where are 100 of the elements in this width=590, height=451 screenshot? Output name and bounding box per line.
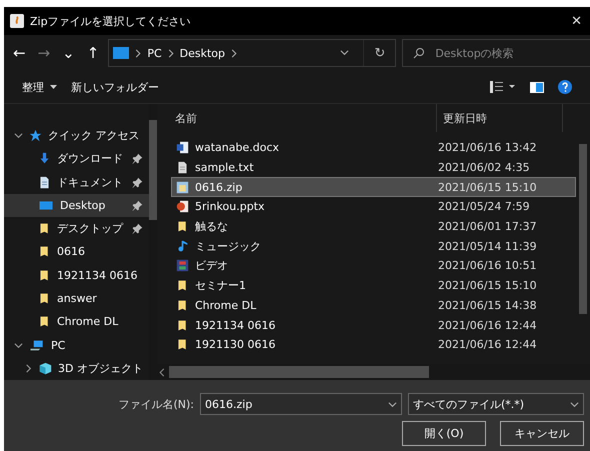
- file-name: 1921134 0616: [195, 318, 276, 332]
- chevron-icon: [135, 48, 142, 58]
- expand-icon[interactable]: [14, 131, 23, 140]
- modified-date: 2021/06/15 15:10: [438, 180, 537, 194]
- modified-date: 2021/06/15 14:38: [438, 298, 537, 312]
- search-input[interactable]: Desktopの検索: [433, 46, 584, 60]
- folder-icon: [176, 338, 189, 352]
- word-document-icon: [176, 141, 189, 154]
- file-row[interactable]: 1921134 0616 2021/06/16 12:44: [171, 315, 576, 335]
- file-row[interactable]: セミナー1 2021/06/15 15:10: [171, 276, 576, 296]
- text-file-icon: [176, 161, 189, 174]
- desktop-icon: [38, 198, 54, 212]
- expand-icon[interactable]: [24, 364, 33, 373]
- film-icon: [176, 259, 189, 272]
- address-bar[interactable]: PC Desktop ↻: [108, 39, 396, 67]
- sidebar-item[interactable]: Desktop: [4, 194, 149, 218]
- organize-button[interactable]: 整理: [22, 80, 57, 94]
- folder-icon: [38, 245, 51, 258]
- sidebar-item[interactable]: answer: [4, 286, 149, 310]
- music-note-icon: [176, 240, 189, 253]
- file-name: 0616.zip: [195, 180, 242, 194]
- file-row[interactable]: watanabe.docx 2021/06/16 13:42: [171, 138, 576, 158]
- chevron-icon: [231, 48, 238, 58]
- pin-icon: [132, 153, 143, 164]
- folder-icon: [38, 315, 51, 328]
- preview-pane-icon[interactable]: [530, 82, 544, 92]
- modified-date: 2021/06/16 13:42: [438, 141, 537, 154]
- pin-icon: [132, 200, 143, 211]
- column-header[interactable]: 更新日時: [437, 104, 563, 132]
- dropdown-icon[interactable]: [570, 400, 579, 408]
- file-name: 5rinkou.pptx: [195, 200, 265, 214]
- sidebar-item[interactable]: クイック アクセス: [4, 124, 149, 148]
- file-row[interactable]: 1921130 0616 2021/06/16 12:44: [171, 334, 576, 355]
- modified-date: 2021/06/02 4:35: [438, 161, 530, 174]
- file-name: sample.txt: [195, 161, 254, 174]
- forward-button[interactable]: →: [34, 44, 54, 62]
- close-button[interactable]: ✕: [569, 14, 584, 28]
- sidebar-item[interactable]: ドキュメント: [4, 170, 149, 194]
- file-name: 1921130 0616: [195, 338, 276, 352]
- modified-date: 2021/05/14 11:39: [438, 240, 537, 253]
- sidebar-item[interactable]: 1921134 0616: [4, 264, 149, 287]
- modified-date: 2021/05/24 7:59: [438, 200, 530, 214]
- file-name: ビデオ: [195, 258, 228, 274]
- folder-icon: [176, 298, 189, 312]
- refresh-button[interactable]: ↻: [363, 40, 396, 66]
- app-icon: [10, 14, 24, 28]
- up-button[interactable]: ↑: [84, 44, 102, 62]
- window-title: Zipファイルを選択してください: [30, 14, 192, 28]
- star-icon: [29, 129, 42, 142]
- file-name: セミナー1: [195, 278, 246, 294]
- scroll-left-icon[interactable]: [159, 368, 165, 376]
- file-row[interactable]: Chrome DL 2021/06/15 14:38: [171, 296, 576, 316]
- modified-date: 2021/06/16 10:51: [438, 259, 537, 272]
- folder-icon: [38, 292, 51, 305]
- expand-icon[interactable]: [14, 340, 23, 350]
- back-button[interactable]: ←: [10, 44, 29, 62]
- view-options-icon[interactable]: [490, 80, 516, 94]
- file-row[interactable]: ビデオ 2021/06/16 10:51: [171, 256, 576, 276]
- modified-date: 2021/06/16 12:44: [438, 318, 537, 332]
- breadcrumb[interactable]: Desktop: [180, 46, 226, 60]
- caret-icon: [50, 84, 57, 90]
- dropdown-icon[interactable]: [340, 48, 350, 56]
- breadcrumb[interactable]: PC: [147, 46, 162, 60]
- recent-locations-button[interactable]: ⌄: [59, 44, 78, 62]
- file-row[interactable]: sample.txt 2021/06/02 4:35: [171, 158, 576, 178]
- chevron-icon: [168, 48, 174, 58]
- document-icon: [38, 176, 51, 189]
- computer-icon: [29, 338, 45, 352]
- presentation-icon: [176, 200, 189, 214]
- sidebar-item[interactable]: PC: [4, 333, 149, 357]
- scrollbar[interactable]: [579, 144, 587, 314]
- pin-icon: [132, 176, 143, 188]
- sidebar-item[interactable]: 3D オブジェクト: [4, 356, 149, 380]
- sidebar-item[interactable]: 0616: [4, 240, 149, 264]
- column-header[interactable]: 名前: [155, 104, 437, 132]
- sidebar-item[interactable]: Chrome DL: [4, 310, 149, 334]
- modified-date: 2021/06/15 15:10: [438, 279, 537, 292]
- search-field[interactable]: Desktopの検索: [402, 39, 590, 67]
- modified-date: 2021/06/01 17:37: [438, 220, 537, 234]
- file-type-dropdown[interactable]: すべてのファイル(*.*): [408, 393, 584, 415]
- dropdown-icon[interactable]: [388, 400, 397, 408]
- folder-icon: [176, 318, 189, 332]
- cancel-button[interactable]: キャンセル: [500, 421, 584, 446]
- file-name-field[interactable]: 0616.zip: [200, 393, 402, 415]
- file-row[interactable]: 触るな 2021/06/01 17:37: [171, 216, 576, 236]
- new-folder-button[interactable]: 新しいフォルダー: [71, 80, 159, 94]
- file-name: ミュージック: [195, 238, 261, 254]
- file-row[interactable]: 0616.zip 2021/06/15 15:10: [171, 177, 576, 198]
- help-icon[interactable]: [558, 80, 572, 94]
- open-button[interactable]: 開く(O): [402, 421, 486, 446]
- download-icon: [38, 152, 51, 166]
- folder-icon: [176, 279, 189, 292]
- file-row[interactable]: ミュージック 2021/05/14 11:39: [171, 236, 576, 256]
- search-icon: [413, 47, 426, 59]
- folder-icon: [38, 222, 51, 236]
- sidebar-item[interactable]: デスクトップ: [4, 217, 149, 240]
- folder-icon: [38, 268, 51, 282]
- file-row[interactable]: 5rinkou.pptx 2021/05/24 7:59: [171, 197, 576, 217]
- sidebar-item[interactable]: ダウンロード: [4, 147, 149, 171]
- cube-icon: [39, 362, 52, 375]
